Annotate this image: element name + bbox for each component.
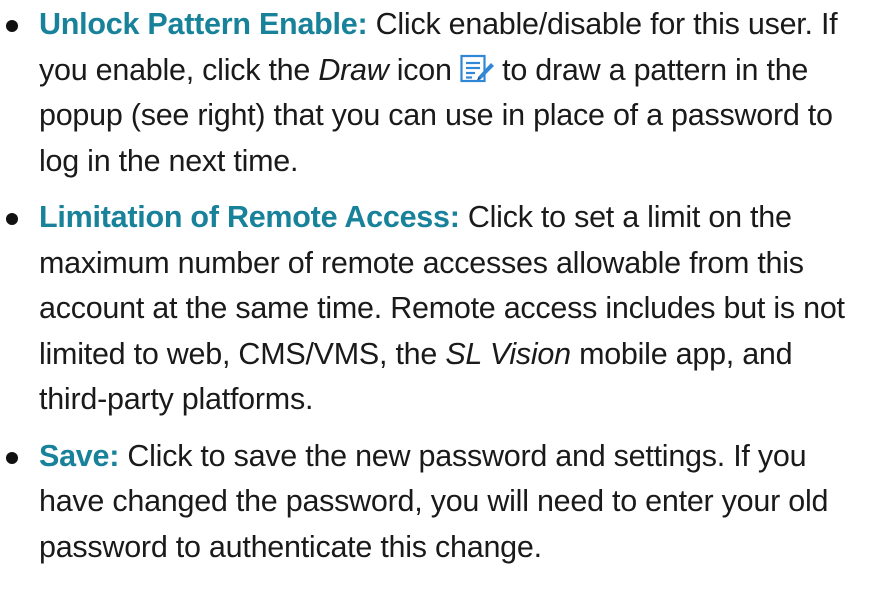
item-text: icon	[388, 52, 460, 87]
draw-edit-icon	[460, 52, 494, 82]
italic-draw: Draw	[318, 52, 389, 87]
item-text: Click to save the new password and setti…	[39, 438, 829, 564]
term-unlock-pattern-enable: Unlock Pattern Enable:	[39, 7, 368, 41]
list-item-limitation-remote-access: Limitation of Remote Access: Click to se…	[0, 195, 872, 423]
term-limitation-of-remote-access: Limitation of Remote Access:	[39, 200, 460, 234]
bullet-dot	[6, 213, 18, 225]
bullet-dot	[6, 20, 18, 32]
bullet-list: Unlock Pattern Enable: Click enable/disa…	[0, 2, 872, 581]
italic-sl-vision: SL Vision	[445, 336, 571, 371]
list-item-unlock-pattern: Unlock Pattern Enable: Click enable/disa…	[0, 2, 872, 184]
document-page: Unlock Pattern Enable: Click enable/disa…	[0, 0, 872, 595]
list-item-save: Save: Click to save the new password and…	[0, 434, 872, 571]
term-save: Save:	[39, 438, 120, 473]
bullet-dot	[6, 451, 18, 464]
